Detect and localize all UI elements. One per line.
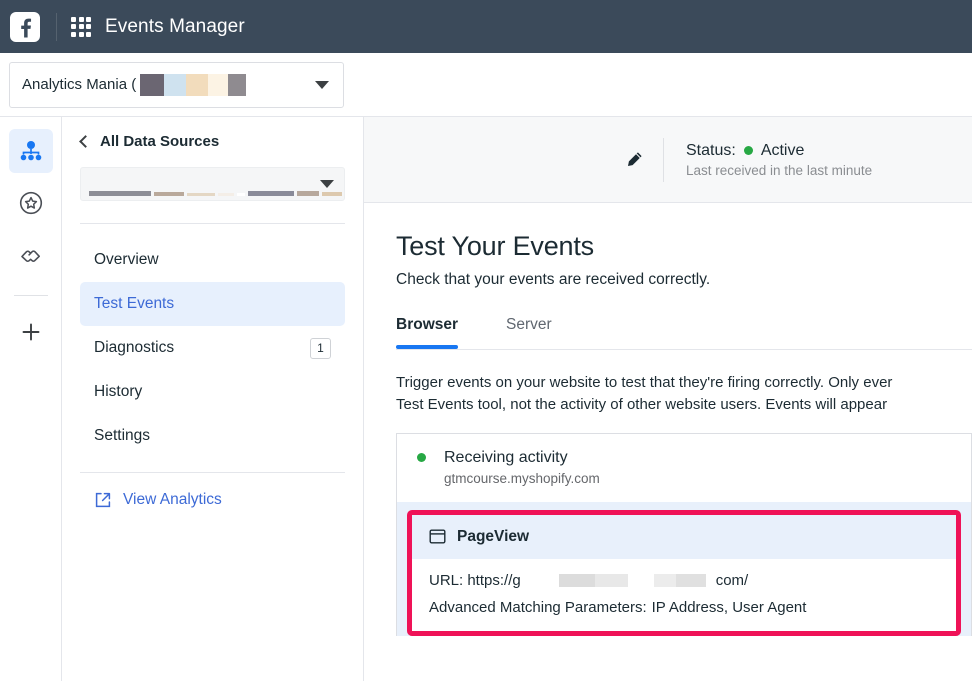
- topbar-divider: [56, 12, 57, 41]
- account-selector[interactable]: Analytics Mania (: [9, 61, 344, 108]
- account-name-redaction: [140, 73, 247, 96]
- star-circle-icon: [19, 191, 42, 215]
- nav-divider-bottom: [80, 472, 345, 473]
- chevron-down-icon: [320, 180, 334, 188]
- chevron-left-icon: [79, 134, 92, 148]
- event-name: PageView: [457, 527, 530, 545]
- sidebar-item-label: Overview: [94, 251, 159, 268]
- event-list: PageView URL: https://g com/ Advanced Ma…: [397, 501, 971, 636]
- event-params-value: IP Address, User Agent: [651, 598, 807, 616]
- sidebar-item-label: History: [94, 383, 143, 400]
- status-value: Active: [760, 141, 805, 159]
- main-region: Status: Active Last received in the last…: [364, 117, 972, 681]
- activity-status-dot-icon: [417, 453, 426, 463]
- status-bar: Status: Active Last received in the last…: [364, 117, 972, 203]
- app-grid-icon[interactable]: [71, 16, 91, 37]
- external-link-icon: [95, 492, 111, 508]
- app-shell: All Data Sources Overview Test Events Di…: [0, 117, 972, 681]
- sidebar-item-settings[interactable]: Settings: [80, 414, 345, 458]
- pageview-event-highlight: PageView URL: https://g com/ Advanced Ma…: [407, 509, 961, 636]
- activity-domain: gtmcourse.myshopify.com: [444, 470, 600, 486]
- rail-item-data-sources[interactable]: [8, 129, 53, 173]
- view-analytics-link[interactable]: View Analytics: [80, 483, 345, 517]
- edit-button[interactable]: [617, 143, 651, 177]
- event-url-redaction: [520, 572, 716, 589]
- rail-item-partner-integrations[interactable]: [9, 233, 53, 277]
- sidebar-item-diagnostics[interactable]: Diagnostics 1: [80, 326, 345, 370]
- view-analytics-label: View Analytics: [123, 491, 222, 508]
- facebook-logo-icon[interactable]: [10, 11, 40, 42]
- account-name: Analytics Mania (: [22, 76, 137, 93]
- event-url-row: URL: https://g com/: [429, 572, 956, 589]
- event-url-suffix: com/: [715, 571, 749, 589]
- sidebar-item-label: Diagnostics: [94, 339, 175, 356]
- handshake-icon: [20, 250, 40, 263]
- plus-icon: [22, 323, 39, 341]
- pencil-icon: [628, 151, 642, 166]
- breadcrumb-all-data-sources[interactable]: All Data Sources: [79, 117, 345, 165]
- status-block: Status: Active Last received in the last…: [686, 142, 954, 178]
- data-source-selector[interactable]: [80, 167, 345, 201]
- status-subtext: Last received in the last minute: [686, 162, 873, 178]
- event-card-header[interactable]: PageView: [412, 514, 956, 559]
- activity-panel: Receiving activity gtmcourse.myshopify.c…: [396, 432, 972, 636]
- breadcrumb-label: All Data Sources: [100, 132, 220, 150]
- main-content: Test Your Events Check that your events …: [364, 203, 972, 681]
- account-bar: Analytics Mania (: [0, 53, 972, 117]
- data-sources-icon: [20, 141, 41, 161]
- data-source-nav: All Data Sources Overview Test Events Di…: [62, 117, 364, 681]
- activity-title: Receiving activity: [444, 448, 568, 466]
- event-card-body: URL: https://g com/ Advanced Matching Pa…: [412, 558, 956, 631]
- icon-rail: [0, 117, 62, 681]
- status-divider: [663, 137, 664, 182]
- chevron-down-icon: [315, 80, 329, 89]
- nav-divider: [80, 223, 345, 224]
- page-subtitle: Check that your events are received corr…: [396, 271, 711, 288]
- browser-window-icon: [429, 529, 446, 544]
- event-url-prefix: URL: https://g: [429, 571, 521, 589]
- page-title: Test Your Events: [396, 231, 594, 261]
- sidebar-item-overview[interactable]: Overview: [80, 238, 345, 282]
- rail-item-custom-conversions[interactable]: [9, 181, 53, 225]
- app-title: Events Manager: [105, 15, 245, 37]
- tab-server[interactable]: Server: [506, 316, 552, 349]
- event-params-label: Advanced Matching Parameters:: [429, 598, 647, 616]
- sidebar-item-test-events[interactable]: Test Events: [80, 282, 345, 326]
- status-dot-icon: [743, 146, 753, 155]
- sidebar-item-history[interactable]: History: [80, 370, 345, 414]
- diagnostics-badge: 1: [310, 337, 331, 359]
- sidebar-item-label: Test Events: [94, 295, 175, 312]
- activity-header: Receiving activity gtmcourse.myshopify.c…: [397, 434, 971, 502]
- status-label: Status:: [686, 141, 736, 159]
- data-source-name-redaction: [89, 172, 344, 196]
- top-navigation-bar: Events Manager: [0, 0, 972, 53]
- tab-bar: Browser Server: [396, 316, 972, 349]
- sidebar-item-label: Settings: [94, 427, 151, 444]
- instructions-paragraph: Trigger events on your website to test t…: [396, 374, 893, 413]
- tab-bar-rule: [396, 349, 972, 350]
- rail-item-add[interactable]: [9, 310, 53, 354]
- event-params-row: Advanced Matching Parameters: IP Address…: [429, 599, 956, 616]
- tab-browser[interactable]: Browser: [396, 316, 459, 349]
- rail-divider: [13, 295, 48, 296]
